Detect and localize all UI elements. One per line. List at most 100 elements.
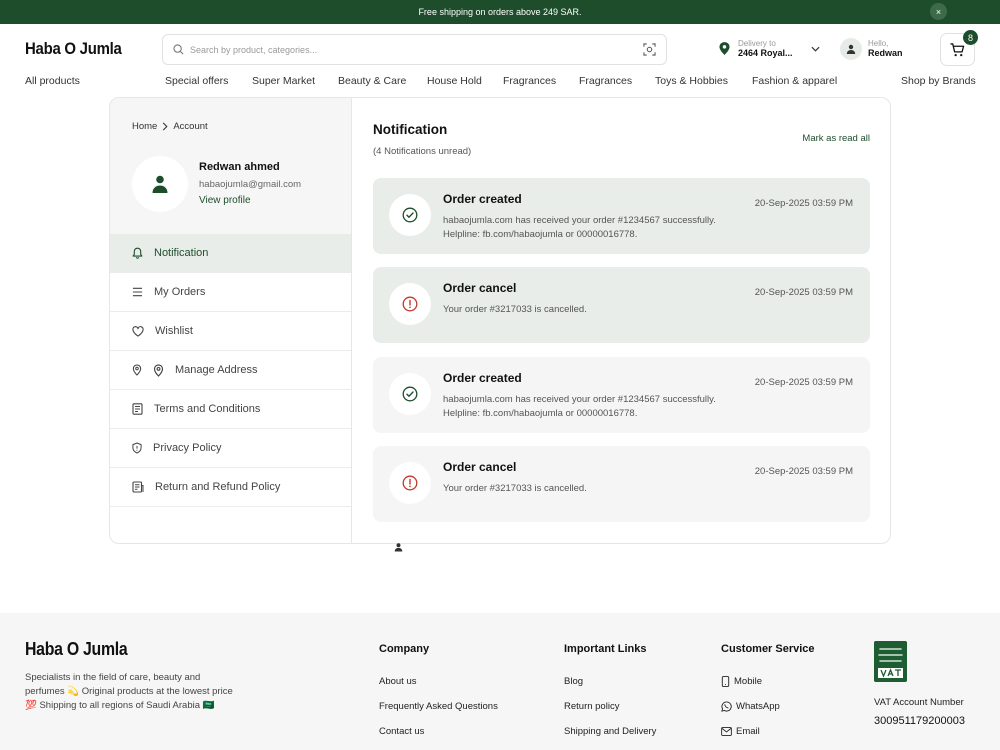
- search-input[interactable]: [190, 44, 643, 55]
- user-icon: [152, 175, 168, 193]
- check-circle-icon: [402, 207, 418, 223]
- vat-logo: [874, 641, 907, 682]
- vat-label: VAT Account Number: [874, 697, 964, 708]
- nav-beauty-care[interactable]: Beauty & Care: [338, 75, 406, 87]
- footer-link-about[interactable]: About us: [379, 669, 498, 694]
- user-name: Redwan: [868, 48, 903, 59]
- phone-icon: [721, 676, 730, 687]
- notification-item[interactable]: Order created habaojumla.com has receive…: [373, 357, 870, 433]
- location-pin-icon: [719, 42, 730, 56]
- search-bar[interactable]: [162, 34, 667, 65]
- account-menu: Notification My Orders Wishlist Manage A…: [110, 234, 351, 507]
- notification-title: Order cancel: [443, 460, 517, 474]
- view-profile-link[interactable]: View profile: [199, 195, 251, 206]
- menu-item-my-orders[interactable]: My Orders: [110, 273, 351, 312]
- nav-fragrances-2[interactable]: Fragrances: [579, 75, 632, 87]
- top-banner: Free shipping on orders above 249 SAR. ×: [0, 0, 1000, 24]
- footer-link-contact[interactable]: Contact us: [379, 719, 498, 744]
- alert-circle-icon: [402, 296, 418, 312]
- footer-link-return-policy[interactable]: Return policy: [564, 694, 656, 719]
- profile-avatar: [132, 156, 188, 212]
- nav-all-products[interactable]: All products: [25, 75, 80, 87]
- shield-icon: [132, 442, 142, 454]
- footer-description-line: 💯 Shipping to all regions of Saudi Arabi…: [25, 700, 215, 711]
- mail-icon: [721, 727, 732, 736]
- notification-date: 20-Sep-2025 03:59 PM: [754, 466, 853, 477]
- footer-heading: Company: [379, 643, 430, 655]
- menu-item-return-refund[interactable]: Return and Refund Policy: [110, 468, 351, 507]
- location-pin-icon-2: [153, 363, 164, 377]
- profile-panel: Home Account Redwan ahmed habaojumla@gma…: [110, 98, 351, 234]
- close-icon: ×: [935, 6, 942, 17]
- footer-link-mobile[interactable]: Mobile: [721, 669, 815, 694]
- menu-item-notification[interactable]: Notification: [110, 234, 351, 273]
- chevron-down-icon: [811, 46, 820, 52]
- delivery-selector[interactable]: Delivery to 2464 Royal...: [719, 39, 820, 59]
- menu-label-return-refund: Return and Refund Policy: [155, 481, 281, 493]
- user-menu[interactable]: Hello, Redwan: [840, 38, 903, 60]
- search-icon: [173, 44, 184, 55]
- banner-text: Free shipping on orders above 249 SAR.: [418, 7, 582, 17]
- nav-shop-by-brands[interactable]: Shop by Brands: [901, 75, 976, 87]
- receipt-icon: [132, 481, 144, 493]
- whatsapp-icon: [721, 701, 732, 712]
- footer-link-label: WhatsApp: [736, 701, 780, 712]
- nav-fashion-apparel[interactable]: Fashion & apparel: [752, 75, 837, 87]
- image-scan-icon[interactable]: [643, 43, 656, 56]
- notification-icon-wrap: [389, 373, 431, 415]
- nav-house-hold[interactable]: House Hold: [427, 75, 482, 87]
- menu-item-wishlist[interactable]: Wishlist: [110, 312, 351, 351]
- notification-date: 20-Sep-2025 03:59 PM: [754, 377, 853, 388]
- list-icon: [132, 287, 143, 297]
- menu-item-terms[interactable]: Terms and Conditions: [110, 390, 351, 429]
- nav-fragrances[interactable]: Fragrances: [503, 75, 556, 87]
- menu-item-privacy[interactable]: Privacy Policy: [110, 429, 351, 468]
- mark-all-read-button[interactable]: Mark as read all: [802, 133, 870, 144]
- notification-body: Your order #3217033 is cancelled.: [443, 483, 587, 494]
- account-sidebar: Home Account Redwan ahmed habaojumla@gma…: [110, 98, 352, 543]
- footer-heading: Customer Service: [721, 643, 815, 655]
- cart-button[interactable]: 8: [940, 30, 978, 66]
- notification-item[interactable]: Order cancel Your order #3217033 is canc…: [373, 446, 870, 522]
- user-icon: [394, 543, 403, 552]
- breadcrumb-current: Account: [173, 121, 208, 132]
- user-greeting: Hello,: [868, 39, 889, 49]
- profile-name: Redwan ahmed: [199, 161, 280, 173]
- menu-label-notification: Notification: [154, 247, 209, 259]
- footer-link-shipping[interactable]: Shipping and Delivery: [564, 719, 656, 744]
- check-circle-icon: [402, 386, 418, 402]
- location-pin-icon: [132, 364, 142, 376]
- menu-item-manage-address[interactable]: Manage Address: [110, 351, 351, 390]
- nav-special-offers[interactable]: Special offers: [165, 75, 228, 87]
- delivery-label: Delivery to: [738, 39, 776, 48]
- notification-date: 20-Sep-2025 03:59 PM: [754, 287, 853, 298]
- nav-super-market[interactable]: Super Market: [252, 75, 315, 87]
- heart-icon: [132, 325, 144, 337]
- footer-link-email[interactable]: Email: [721, 719, 815, 744]
- footer-heading: Important Links: [564, 643, 647, 655]
- cart-count-badge: 8: [963, 30, 978, 45]
- account-card: Home Account Redwan ahmed habaojumla@gma…: [109, 97, 891, 544]
- notification-item[interactable]: Order cancel Your order #3217033 is canc…: [373, 267, 870, 343]
- notification-icon-wrap: [389, 283, 431, 325]
- footer-logo: Haba O Jumla: [25, 639, 128, 659]
- unread-count: (4 Notifications unread): [373, 146, 472, 157]
- breadcrumb-home[interactable]: Home: [132, 121, 157, 132]
- logo[interactable]: Haba O Jumla: [25, 39, 122, 59]
- alert-circle-icon: [402, 475, 418, 491]
- footer-description-line: Specialists in the field of care, beauty…: [25, 672, 201, 683]
- notification-date: 20-Sep-2025 03:59 PM: [754, 198, 853, 209]
- footer-link-whatsapp[interactable]: WhatsApp: [721, 694, 815, 719]
- footer-link-faq[interactable]: Frequently Asked Questions: [379, 694, 498, 719]
- user-icon: [846, 44, 856, 54]
- banner-close-button[interactable]: ×: [930, 3, 947, 20]
- breadcrumb: Home Account: [132, 121, 208, 132]
- footer-link-blog[interactable]: Blog: [564, 669, 656, 694]
- nav-toys-hobbies[interactable]: Toys & Hobbies: [655, 75, 728, 87]
- chevron-right-icon: [163, 122, 168, 131]
- footer-company: Company About us Frequently Asked Questi…: [379, 643, 498, 744]
- notification-title: Order created: [443, 371, 522, 385]
- category-nav: All products Special offers Super Market…: [0, 74, 1000, 90]
- profile-email: habaojumla@gmail.com: [199, 179, 302, 190]
- notification-item[interactable]: Order created habaojumla.com has receive…: [373, 178, 870, 254]
